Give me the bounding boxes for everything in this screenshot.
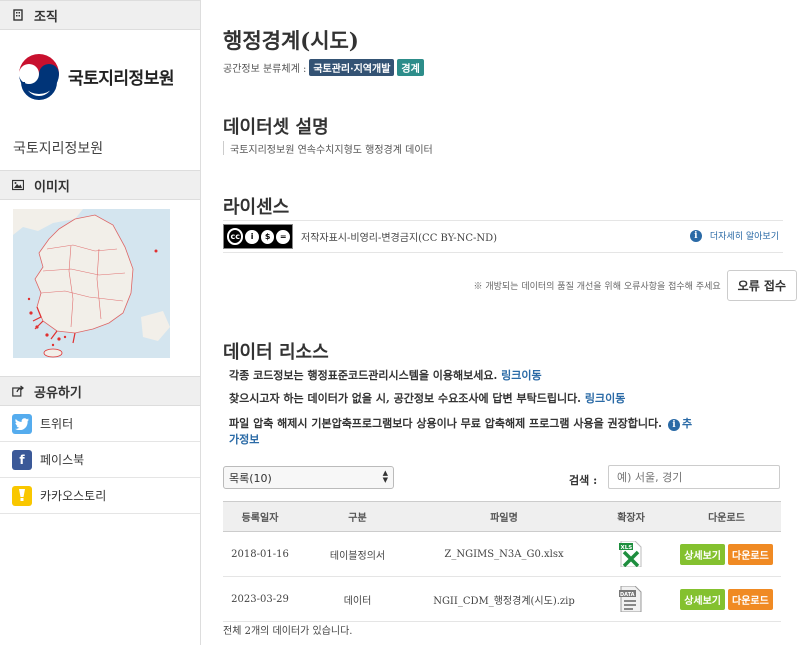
col-header: 확장자: [590, 501, 672, 532]
license-title: 라이센스: [223, 197, 290, 218]
table-row: 2023-03-29 데이터 NGII_CDM_행정경계(시도).zip DAT…: [223, 576, 781, 622]
col-header: 다운로드: [672, 501, 781, 532]
data-resource-title: 데이터 리소스: [223, 342, 329, 363]
image-icon: [11, 179, 25, 191]
resource-table: 등록일자 구분 파일명 확장자 다운로드 2018-01-16 테이블정의서 Z…: [223, 501, 781, 622]
notice-text: 파일 압축 해제시 기본압축프로그램보다 상용이나 무료 압축해제 프로그램 사…: [229, 417, 662, 430]
cc-by-nc-nd-badge-icon: cc i $ =: [223, 224, 293, 249]
col-header: 등록일자: [223, 501, 297, 532]
share-header: 공유하기: [0, 376, 200, 406]
page-title: 행정경계(시도): [223, 28, 359, 53]
xlsx-file-icon: XLS: [619, 540, 643, 568]
kakaostory-icon: [12, 485, 32, 506]
search-input[interactable]: [608, 465, 780, 489]
share-item-label: 페이스북: [40, 453, 85, 467]
cell-filename: Z_NGIMS_N3A_G0.xlsx: [418, 531, 590, 577]
tag-category[interactable]: 국토관리·지역개발: [309, 59, 395, 76]
info-icon: i: [667, 419, 680, 431]
notice-code-info: 각종 코드정보는 행정표준코드관리시스템을 이용해보세요. 링크이동: [229, 368, 542, 384]
classification-label: 공간정보 분류체계 :: [223, 64, 307, 75]
notice-more-info-link-cont[interactable]: 가정보: [229, 433, 259, 446]
col-header: 파일명: [418, 501, 590, 532]
sidebar: 조직 국토지리정보원 국토지리정보원 이미지 공유하기 트위터 f 페이스북 카…: [0, 0, 201, 645]
error-report-button[interactable]: 오류 접수: [726, 269, 797, 301]
license-more-label: 더자세히 알아보기: [709, 232, 779, 242]
cell-date: 2023-03-29: [223, 576, 297, 622]
cell-filename: NGII_CDM_행정경계(시도).zip: [418, 576, 590, 622]
share-item-kakaostory[interactable]: 카카오스토리: [0, 478, 200, 514]
notice-text: 각종 코드정보는 행정표준코드관리시스템을 이용해보세요.: [229, 369, 498, 382]
error-report-row: ※ 개방되는 데이터의 품질 개선을 위해 오류사항을 접수해 주세요 오류 접…: [223, 269, 797, 301]
share-header-label: 공유하기: [34, 385, 82, 401]
notice-survey: 찾으시고자 하는 데이터가 없을 시, 공간정보 수요조사에 답변 부탁드립니다…: [229, 391, 625, 407]
select-arrows-icon: ▲ ▼: [382, 469, 388, 484]
cell-type: 데이터: [297, 576, 418, 622]
license-more-link[interactable]: i 더자세히 알아보기: [689, 229, 779, 242]
detail-button[interactable]: 상세보기: [680, 588, 725, 610]
notice-link[interactable]: 링크이동: [501, 369, 541, 382]
image-box: [0, 200, 200, 376]
zip-file-icon: DATA: [619, 585, 643, 613]
org-box: 국토지리정보원 국토지리정보원: [0, 30, 200, 157]
dataset-desc-text: 국토지리정보원 연속수치지형도 행정경계 데이터: [223, 141, 433, 156]
building-icon: [12, 9, 24, 21]
twitter-icon: [12, 413, 32, 434]
org-header-label: 조직: [34, 9, 58, 25]
svg-text:DATA: DATA: [620, 592, 635, 598]
error-report-note: ※ 개방되는 데이터의 품질 개선을 위해 오류사항을 접수해 주세요: [473, 281, 721, 292]
share-item-label: 카카오스토리: [40, 489, 107, 503]
share-item-label: 트위터: [40, 417, 74, 431]
org-logo-text: 국토지리정보원: [68, 68, 174, 89]
share-icon: [12, 385, 25, 397]
image-header: 이미지: [0, 170, 200, 200]
tag-subcategory[interactable]: 경계: [397, 59, 424, 76]
info-icon: i: [689, 229, 702, 242]
share-item-twitter[interactable]: 트위터: [0, 406, 200, 442]
org-logo[interactable]: 국토지리정보원: [15, 52, 174, 100]
notice-more-info-link[interactable]: 추: [682, 417, 692, 430]
download-button[interactable]: 다운로드: [728, 543, 773, 565]
cell-type: 테이블정의서: [297, 531, 418, 577]
download-button[interactable]: 다운로드: [728, 588, 773, 610]
page-size-value: 목록(10): [229, 471, 272, 485]
table-header-row: 등록일자 구분 파일명 확장자 다운로드: [223, 501, 781, 532]
classification-row: 공간정보 분류체계 : 국토관리·지역개발 경계: [223, 59, 424, 76]
notice-text: 찾으시고자 하는 데이터가 없을 시, 공간정보 수요조사에 답변 부탁드립니다…: [229, 392, 582, 405]
detail-button[interactable]: 상세보기: [680, 543, 725, 565]
cell-date: 2018-01-16: [223, 531, 297, 577]
license-text: 저작자표시-비영리-변경금지(CC BY-NC-ND): [301, 233, 498, 244]
org-name: 국토지리정보원: [13, 141, 104, 157]
total-count-text: 전체 2개의 데이터가 있습니다.: [223, 626, 353, 637]
org-header: 조직: [0, 0, 200, 30]
license-row: cc i $ = 저작자표시-비영리-변경금지(CC BY-NC-ND) i 더…: [223, 220, 783, 253]
notice-unzip: 파일 압축 해제시 기본압축프로그램보다 상용이나 무료 압축해제 프로그램 사…: [229, 416, 799, 448]
search-label: 검색 :: [569, 474, 598, 487]
table-row: 2018-01-16 테이블정의서 Z_NGIMS_N3A_G0.xlsx XL…: [223, 531, 781, 577]
taegeuk-logo-icon: [15, 52, 63, 100]
page-size-select[interactable]: 목록(10) ▲ ▼: [223, 466, 394, 489]
notice-link[interactable]: 링크이동: [585, 392, 625, 405]
col-header: 구분: [297, 501, 418, 532]
korea-map-thumbnail[interactable]: [13, 209, 170, 358]
dataset-desc-title: 데이터셋 설명: [223, 117, 329, 138]
image-header-label: 이미지: [34, 179, 70, 195]
svg-text:XLS: XLS: [621, 545, 633, 551]
share-item-facebook[interactable]: f 페이스북: [0, 442, 200, 478]
facebook-icon: f: [12, 449, 32, 470]
